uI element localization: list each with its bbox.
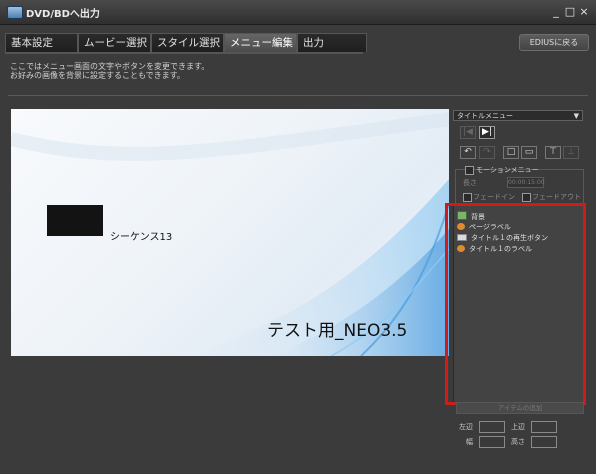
height-input[interactable] bbox=[531, 436, 557, 448]
undo-button[interactable]: ↶ bbox=[460, 146, 476, 159]
motion-menu-checkbox[interactable] bbox=[465, 166, 474, 175]
tab-movie-select[interactable]: ムービー選択 bbox=[78, 33, 151, 52]
width-label: 幅 bbox=[466, 438, 473, 446]
app-icon bbox=[7, 6, 23, 19]
tab-style-select[interactable]: スタイル選択 bbox=[151, 33, 224, 52]
length-field[interactable]: 00:00:15:00 bbox=[507, 177, 545, 188]
top-label: 上辺 bbox=[511, 423, 525, 431]
height-label: 高さ bbox=[511, 438, 525, 446]
maximize-button[interactable]: □ bbox=[564, 6, 576, 18]
length-label: 長さ bbox=[463, 179, 477, 187]
first-page-button[interactable]: |◀ bbox=[460, 126, 476, 139]
menu-type-value: タイトルメニュー bbox=[457, 112, 513, 120]
left-input[interactable] bbox=[479, 421, 505, 433]
divider bbox=[8, 95, 588, 96]
bring-front-button[interactable]: ⊤ bbox=[545, 146, 561, 159]
motion-menu-label: モーションメニュー bbox=[476, 166, 539, 174]
tab-menu-edit[interactable]: メニュー編集 bbox=[224, 33, 297, 52]
safe-area-button[interactable]: □ bbox=[503, 146, 519, 159]
close-button[interactable]: × bbox=[578, 6, 590, 18]
monitor-preview-button[interactable]: ▭ bbox=[521, 146, 537, 159]
tab-underline bbox=[5, 52, 363, 54]
page-title-label[interactable]: テスト用_NEO3.5 bbox=[267, 316, 407, 341]
sequence-thumbnail[interactable] bbox=[47, 205, 103, 236]
add-item-button[interactable]: アイテムの追加 bbox=[456, 402, 584, 414]
fade-in-checkbox[interactable] bbox=[463, 193, 472, 202]
title-bar: DVD/BDへ出力 _ □ × bbox=[0, 0, 596, 25]
fade-out-label: フェードアウト bbox=[532, 193, 581, 201]
left-label: 左辺 bbox=[459, 423, 473, 431]
highlight-box bbox=[445, 203, 586, 405]
last-page-button[interactable]: ▶| bbox=[479, 126, 495, 139]
sequence-label[interactable]: シーケンス13 bbox=[110, 228, 172, 243]
menu-type-dropdown[interactable]: タイトルメニュー ▼ bbox=[453, 110, 583, 121]
minimize-button[interactable]: _ bbox=[550, 6, 562, 18]
top-input[interactable] bbox=[531, 421, 557, 433]
window-title: DVD/BDへ出力 bbox=[26, 9, 100, 20]
description-line-2: お好みの画像を背景に設定することもできます。 bbox=[10, 71, 185, 80]
send-back-button[interactable]: ⊥ bbox=[563, 146, 579, 159]
chevron-down-icon: ▼ bbox=[573, 112, 579, 120]
redo-button[interactable]: ↷ bbox=[479, 146, 495, 159]
fade-in-label: フェードイン bbox=[473, 193, 515, 201]
menu-preview-canvas[interactable]: シーケンス13 テスト用_NEO3.5 bbox=[11, 109, 449, 356]
fade-out-checkbox[interactable] bbox=[522, 193, 531, 202]
width-input[interactable] bbox=[479, 436, 505, 448]
tab-basic-settings[interactable]: 基本設定 bbox=[5, 33, 78, 52]
back-to-edius-button[interactable]: EDIUSに戻る bbox=[519, 34, 589, 51]
tab-output[interactable]: 出力 bbox=[297, 33, 367, 52]
